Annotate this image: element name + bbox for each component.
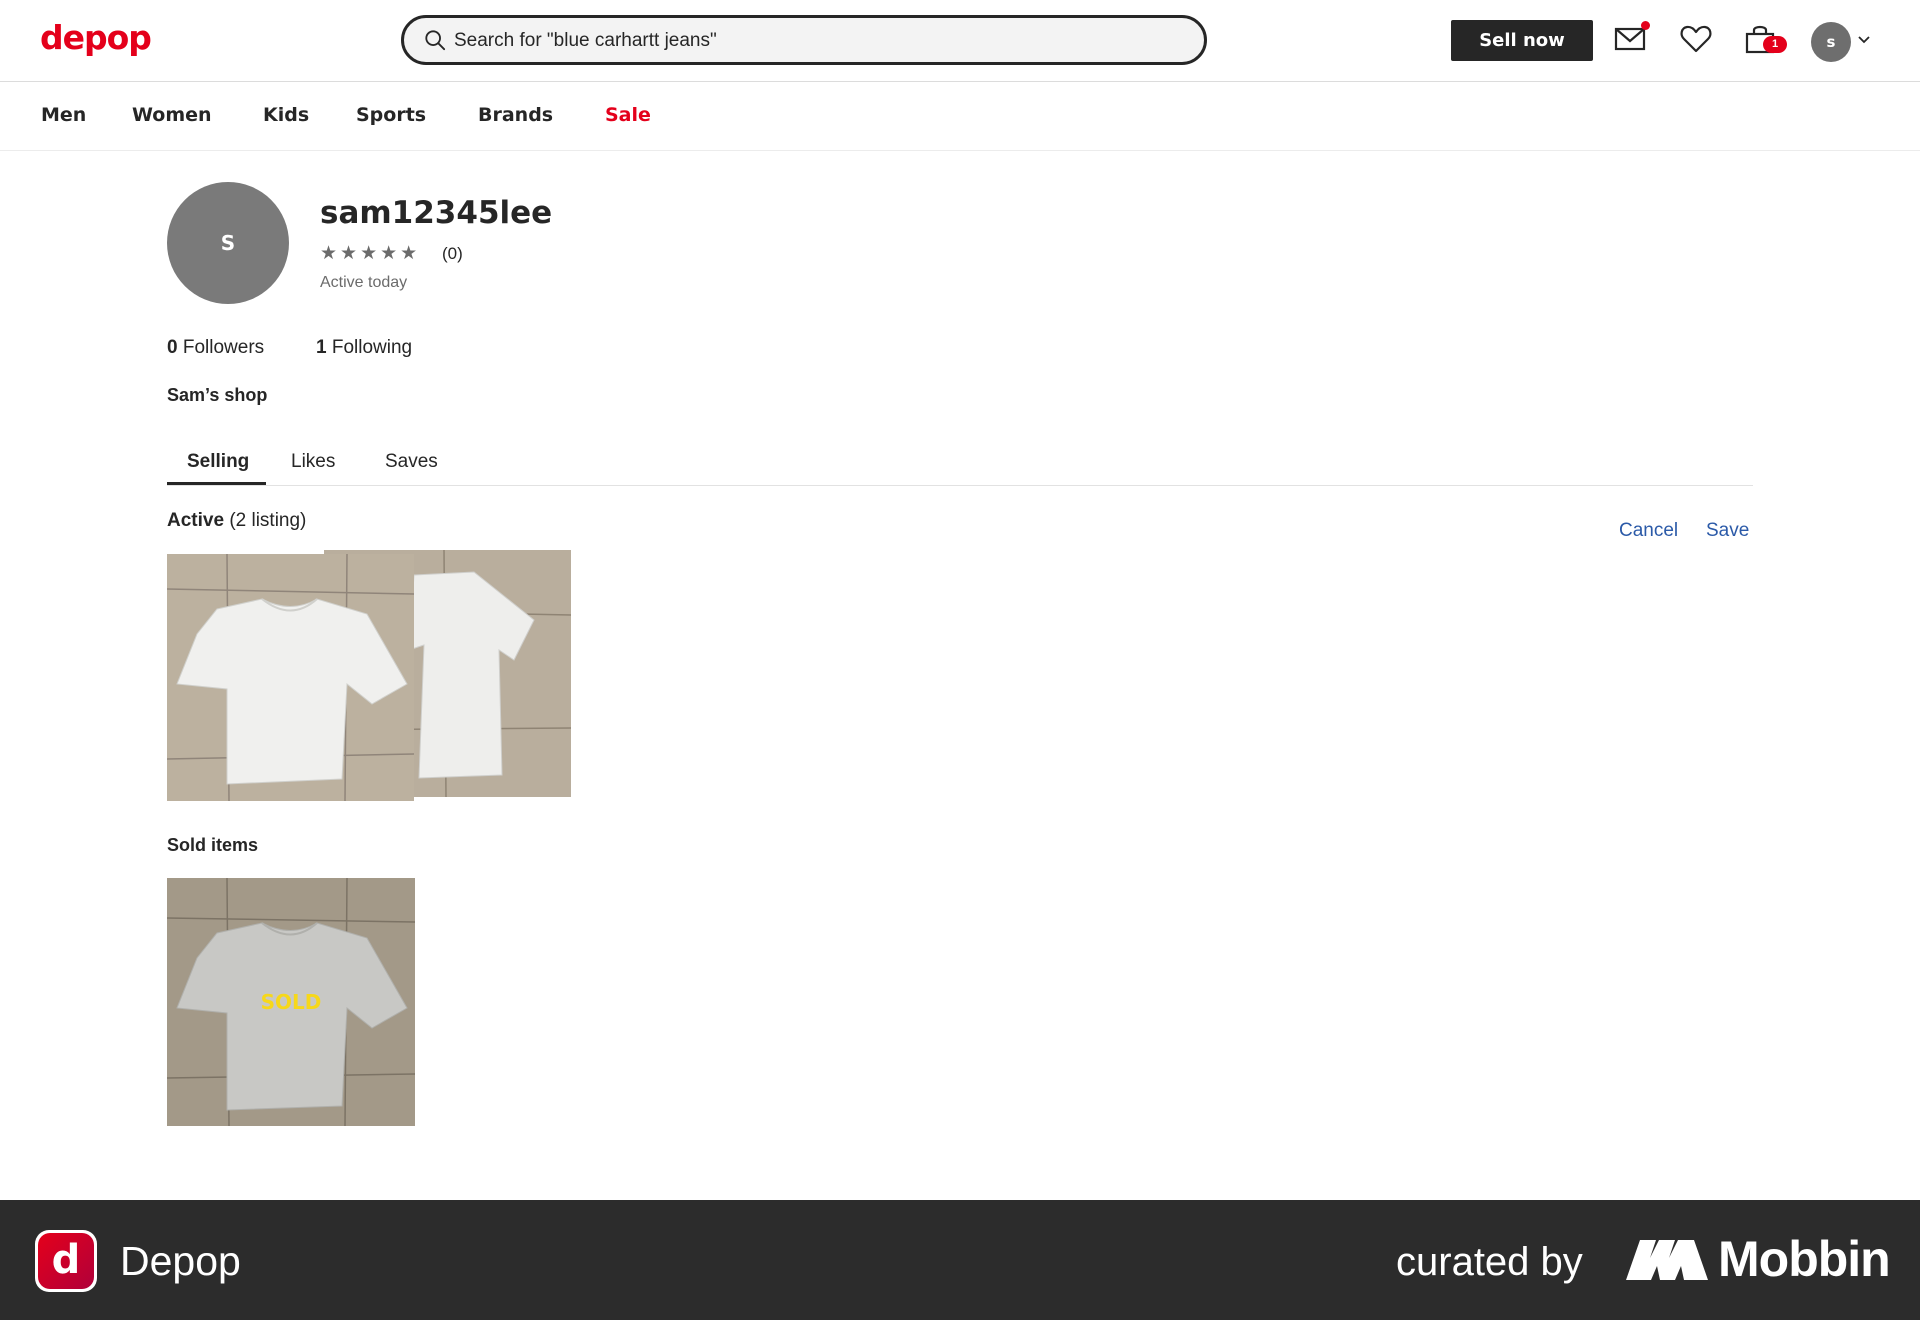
category-nav: Men Women Kids Sports Brands Sale [0, 82, 1920, 151]
app-name: Depop [120, 1238, 241, 1284]
depop-logo[interactable]: depop [40, 18, 152, 57]
rating-stars: ★★★★★ [320, 243, 421, 264]
chevron-down-icon[interactable] [1856, 32, 1872, 48]
following-label: Following [331, 337, 413, 358]
followers-count: 0 [167, 337, 178, 358]
cart-count-badge: 1 [1763, 36, 1787, 53]
search-icon [425, 30, 446, 51]
active-label: Active [167, 510, 225, 531]
followers-label: Followers [182, 337, 265, 358]
save-button[interactable]: Save [1706, 520, 1749, 542]
rating-count[interactable]: (0) [442, 244, 463, 264]
activity-status: Active today [320, 274, 408, 291]
nav-item-sports[interactable]: Sports [356, 104, 426, 126]
followers-link[interactable]: 0 Followers [167, 337, 264, 359]
footer-bar: d Depop curated by Mobbin [0, 1200, 1920, 1320]
depop-app-icon: d [35, 1230, 97, 1292]
following-link[interactable]: 1 Following [316, 337, 412, 359]
active-count: (2 listing) [229, 510, 307, 531]
nav-item-women[interactable]: Women [132, 104, 212, 126]
sold-item-thumbnail[interactable]: SOLD [167, 878, 415, 1126]
shop-name: Sam’s shop [167, 385, 268, 405]
search-bar[interactable] [401, 15, 1207, 65]
search-input[interactable] [454, 26, 1174, 56]
tshirt-photo [167, 554, 414, 801]
profile-username: sam12345lee [320, 195, 553, 231]
user-avatar[interactable]: s [1811, 22, 1851, 62]
mobbin-brand: Mobbin [1718, 1231, 1891, 1287]
tab-likes[interactable]: Likes [291, 451, 335, 473]
app-icon-letter: d [38, 1233, 94, 1289]
active-listings-heading: Active (2 listing) [167, 510, 306, 532]
tab-saves[interactable]: Saves [385, 451, 438, 473]
listing-thumbnail[interactable] [167, 554, 414, 801]
profile-tabs: Selling Likes Saves [167, 440, 1753, 486]
tab-selling[interactable]: Selling [187, 451, 249, 473]
nav-item-brands[interactable]: Brands [478, 104, 553, 126]
sold-badge: SOLD [260, 990, 322, 1014]
cancel-button[interactable]: Cancel [1619, 520, 1678, 542]
mobbin-logo-icon [1626, 1240, 1708, 1280]
following-count: 1 [316, 337, 327, 358]
top-header: depop Sell now 1 s [0, 0, 1920, 82]
curated-by-text: curated by [1396, 1240, 1583, 1284]
profile-avatar: S [167, 182, 289, 304]
active-tab-indicator [167, 482, 266, 485]
sold-items-heading: Sold items [167, 835, 259, 855]
mail-notification-dot [1641, 21, 1650, 30]
nav-item-kids[interactable]: Kids [263, 104, 309, 126]
heart-icon[interactable] [1679, 22, 1713, 56]
sell-now-button[interactable]: Sell now [1451, 20, 1593, 61]
nav-item-sale[interactable]: Sale [605, 104, 651, 126]
nav-item-men[interactable]: Men [41, 104, 86, 126]
